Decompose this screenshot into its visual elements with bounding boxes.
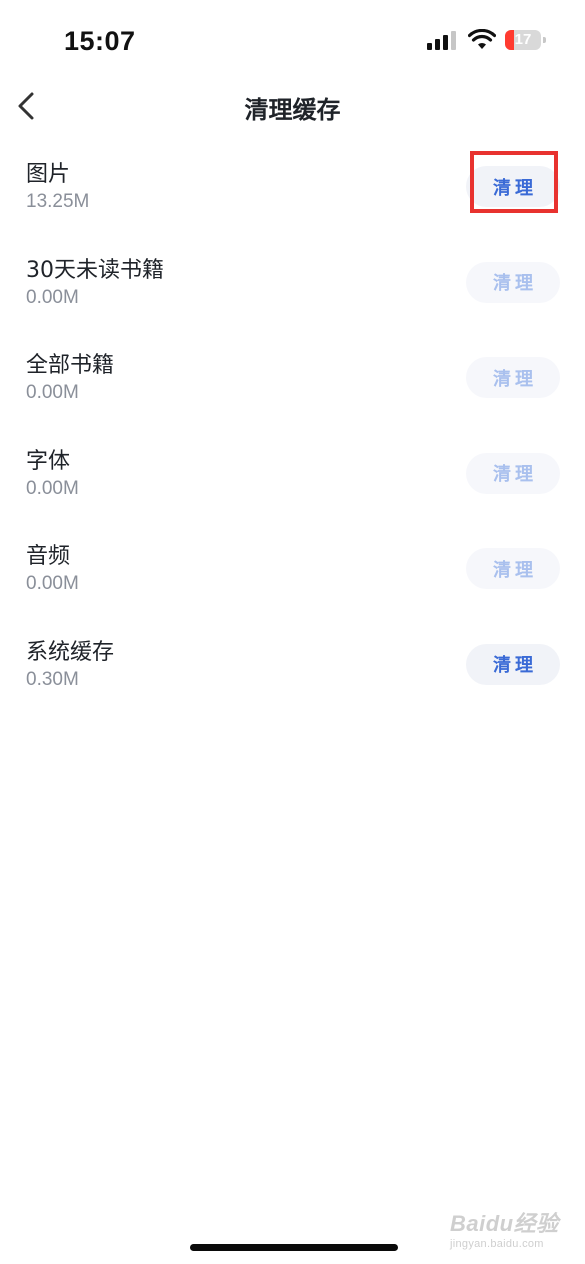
watermark-url: jingyan.baidu.com (450, 1238, 544, 1250)
clean-unread-books-button[interactable]: 清理 (466, 261, 560, 303)
status-bar: 15:07 17 (0, 0, 585, 82)
item-name: 系统缓存 (26, 639, 115, 665)
cache-item-audio: 音频 0.00M 清理 (0, 521, 585, 617)
cache-item-all-books: 全部书籍 0.00M 清理 (0, 330, 585, 426)
item-size: 0.00M (26, 477, 79, 499)
home-indicator (190, 1244, 398, 1251)
item-name: 音频 (26, 544, 71, 570)
battery-icon: 17 (505, 30, 547, 50)
item-size: 13.25M (26, 191, 90, 212)
clean-images-button[interactable]: 清理 (466, 166, 560, 207)
signal-icon (427, 31, 456, 50)
cache-list: 图片 13.25M 清理 30天未读书籍 0.00M 清理 全部书籍 0.00M… (0, 139, 585, 713)
page-title: 清理缓存 (244, 96, 341, 124)
clean-fonts-button[interactable]: 清理 (466, 452, 560, 494)
nav-bar: 清理缓存 (0, 82, 585, 130)
clean-all-books-button[interactable]: 清理 (466, 357, 560, 399)
clean-system-button[interactable]: 清理 (466, 643, 560, 685)
cache-item-fonts: 字体 0.00M 清理 (0, 426, 585, 522)
watermark-logo: Baidu经验 (450, 1211, 559, 1236)
item-size: 0.00M (26, 573, 79, 595)
item-size: 0.00M (26, 286, 79, 308)
item-name: 图片 (26, 162, 71, 187)
cache-item-images: 图片 13.25M 清理 (0, 139, 585, 235)
item-size: 0.00M (26, 382, 79, 404)
item-name: 全部书籍 (26, 353, 115, 379)
item-size: 0.30M (26, 668, 79, 690)
watermark: Baidu经验 jingyan.baidu.com (450, 1206, 560, 1250)
status-time: 15:07 (64, 26, 136, 56)
cache-item-system: 系统缓存 0.30M 清理 (0, 617, 585, 713)
wifi-icon (468, 29, 496, 49)
item-name: 30天未读书籍 (26, 257, 164, 283)
clean-audio-button[interactable]: 清理 (466, 548, 560, 590)
battery-level: 17 (514, 31, 532, 48)
cache-item-unread-books: 30天未读书籍 0.00M 清理 (0, 235, 585, 331)
item-name: 字体 (26, 448, 71, 474)
